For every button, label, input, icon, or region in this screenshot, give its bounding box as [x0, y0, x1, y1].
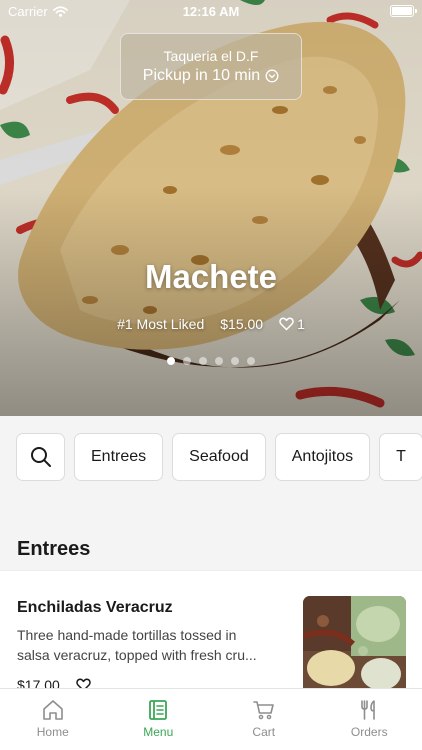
- tab-cart-label: Cart: [252, 725, 276, 739]
- category-scroll[interactable]: Entrees Seafood Antojitos T: [16, 433, 422, 481]
- menu-item-description-line1: Three hand-made tortillas tossed in: [17, 627, 237, 643]
- tab-home-label: Home: [36, 725, 69, 739]
- status-time: 12:16 AM: [182, 4, 240, 19]
- search-icon: [30, 447, 51, 467]
- battery-icon: [390, 5, 417, 17]
- tab-orders[interactable]: Orders: [317, 689, 422, 750]
- carousel-pagination[interactable]: [0, 357, 422, 365]
- restaurant-name: Taqueria el D.F: [163, 48, 259, 64]
- cart-icon: [252, 701, 274, 720]
- featured-item-title: Machete: [144, 258, 278, 295]
- carousel-dot[interactable]: [231, 357, 239, 365]
- pickup-time-row: Pickup in 10 min: [121, 67, 301, 85]
- featured-likes-count: 1: [297, 316, 305, 332]
- carousel-dot[interactable]: [167, 357, 175, 365]
- menu-item-description-line2: salsa veracruz, topped with fresh cru...: [17, 647, 257, 663]
- tab-menu[interactable]: Menu: [106, 689, 212, 750]
- category-bar: Entrees Seafood Antojitos T: [0, 416, 422, 506]
- menu-item-photo: [303, 596, 406, 690]
- pickup-selector[interactable]: Taqueria el D.F Pickup in 10 min: [120, 33, 302, 100]
- featured-price: $15.00: [220, 316, 264, 332]
- carousel-dot[interactable]: [183, 357, 191, 365]
- category-chip-next[interactable]: T: [379, 433, 422, 481]
- featured-item-meta: #1 Most Liked $15.00 1: [0, 316, 422, 332]
- heart-icon: [279, 317, 294, 331]
- status-bar: Carrier 12:16 AM: [0, 0, 422, 22]
- chevron-down-circle-icon: [265, 69, 279, 83]
- category-chip-antojitos[interactable]: Antojitos: [274, 433, 371, 481]
- pickup-time-label: Pickup in 10 min: [142, 67, 261, 84]
- carousel-dot[interactable]: [199, 357, 207, 365]
- menu-book-icon: [149, 700, 168, 720]
- tab-orders-label: Orders: [350, 725, 388, 739]
- tab-menu-label: Menu: [143, 725, 174, 739]
- home-icon: [42, 700, 63, 720]
- featured-likes[interactable]: 1: [279, 316, 305, 332]
- category-chip-entrees[interactable]: Entrees: [74, 433, 164, 481]
- category-chip-seafood[interactable]: Seafood: [172, 433, 266, 481]
- carousel-dot[interactable]: [247, 357, 255, 365]
- hero-banner[interactable]: Carrier 12:16 AM Taqueria el D.F Pickup …: [0, 0, 422, 416]
- section-title: Entrees: [17, 538, 91, 560]
- menu-item-description: Three hand-made tortillas tossed in sals…: [17, 625, 289, 665]
- menu-item-name: Enchiladas Veracruz: [17, 599, 173, 616]
- featured-rank: #1 Most Liked: [117, 316, 205, 332]
- search-button[interactable]: [16, 433, 65, 481]
- menu-item-card[interactable]: Enchiladas Veracruz Three hand-made tort…: [0, 570, 422, 690]
- tab-cart[interactable]: Cart: [211, 689, 317, 750]
- tab-home[interactable]: Home: [0, 689, 106, 750]
- tab-bar: Home Menu Cart Orders: [0, 688, 422, 750]
- carousel-dot[interactable]: [215, 357, 223, 365]
- utensils-icon: [361, 700, 376, 720]
